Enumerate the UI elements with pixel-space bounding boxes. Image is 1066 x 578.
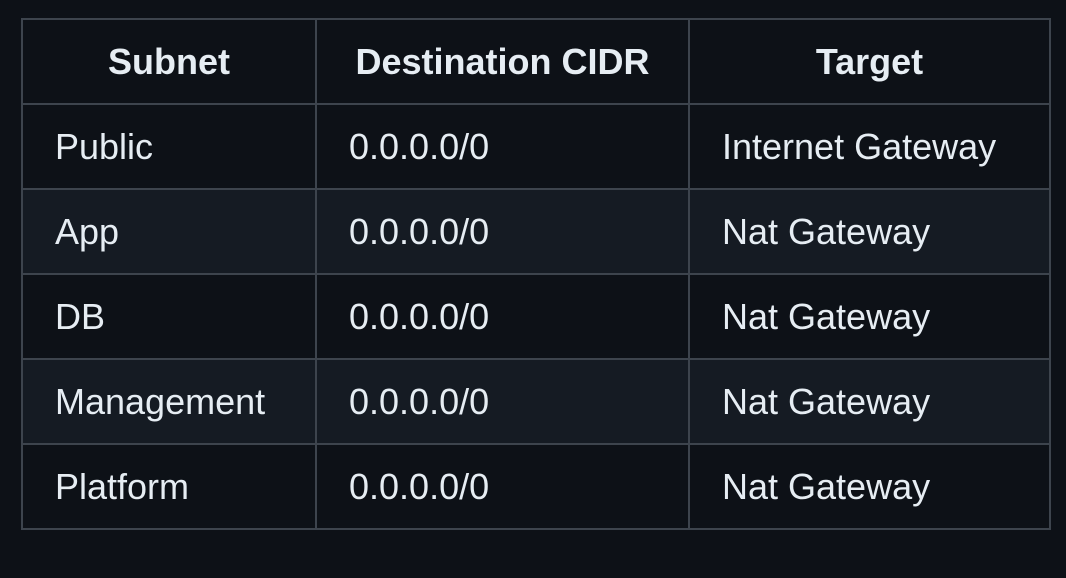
cell-subnet: App xyxy=(21,188,317,275)
route-table-container: Subnet Destination CIDR Target Public 0.… xyxy=(21,18,1051,530)
cell-destination-cidr: 0.0.0.0/0 xyxy=(315,273,690,360)
cell-destination-cidr: 0.0.0.0/0 xyxy=(315,103,690,190)
cell-target: Nat Gateway xyxy=(688,358,1051,445)
table-body: Public 0.0.0.0/0 Internet Gateway App 0.… xyxy=(21,103,1051,530)
cell-target: Internet Gateway xyxy=(688,103,1051,190)
cell-subnet: Management xyxy=(21,358,317,445)
route-table: Subnet Destination CIDR Target Public 0.… xyxy=(21,18,1051,530)
table-row: Public 0.0.0.0/0 Internet Gateway xyxy=(21,103,1051,190)
cell-target: Nat Gateway xyxy=(688,273,1051,360)
cell-destination-cidr: 0.0.0.0/0 xyxy=(315,358,690,445)
table-row: Platform 0.0.0.0/0 Nat Gateway xyxy=(21,443,1051,530)
cell-target: Nat Gateway xyxy=(688,188,1051,275)
cell-destination-cidr: 0.0.0.0/0 xyxy=(315,443,690,530)
cell-subnet: Public xyxy=(21,103,317,190)
cell-subnet: DB xyxy=(21,273,317,360)
cell-destination-cidr: 0.0.0.0/0 xyxy=(315,188,690,275)
table-row: DB 0.0.0.0/0 Nat Gateway xyxy=(21,273,1051,360)
header-row: Subnet Destination CIDR Target xyxy=(21,18,1051,105)
header-subnet: Subnet xyxy=(21,18,317,105)
cell-subnet: Platform xyxy=(21,443,317,530)
header-target: Target xyxy=(688,18,1051,105)
header-destination-cidr: Destination CIDR xyxy=(315,18,690,105)
cell-target: Nat Gateway xyxy=(688,443,1051,530)
table-header: Subnet Destination CIDR Target xyxy=(21,18,1051,105)
table-row: App 0.0.0.0/0 Nat Gateway xyxy=(21,188,1051,275)
table-row: Management 0.0.0.0/0 Nat Gateway xyxy=(21,358,1051,445)
